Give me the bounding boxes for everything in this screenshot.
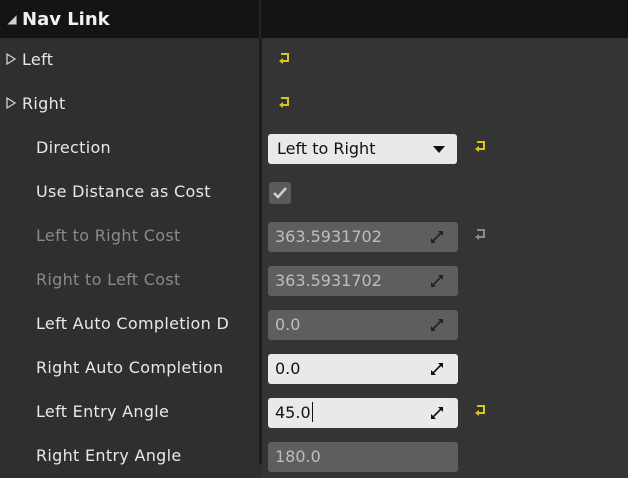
reset-to-default-icon[interactable] [278,94,292,110]
resize-arrows-icon [431,363,443,375]
field-value: 363.5931702 [275,227,382,246]
property-label: Left Auto Completion D [36,314,230,333]
category-header-nav-link[interactable]: ◢ Nav Link [0,0,628,38]
left-to-right-cost-field[interactable]: 363.5931702 [268,222,458,252]
property-label: Left Entry Angle [36,402,170,421]
use-distance-checkbox[interactable] [269,182,291,204]
property-row-left-entry-angle: Left Entry Angle 45.0 [0,390,628,434]
resize-arrows-icon [431,275,443,287]
property-list: Left Right Direction Left to Right Use D… [0,38,628,478]
chevron-down-icon [433,146,445,153]
resize-arrows-icon [431,319,443,331]
property-label: Left [22,50,54,69]
expand-triangle-icon[interactable] [4,52,18,66]
property-label: Right [22,94,66,113]
field-value: 363.5931702 [275,271,382,290]
right-entry-angle-field[interactable]: 180.0 [268,442,458,472]
property-row-right-entry-angle: Right Entry Angle 180.0 [0,434,628,478]
property-label: Right Auto Completion [36,358,224,377]
property-row-left: Left [0,38,628,82]
property-label: Use Distance as Cost [36,182,211,201]
checkmark-icon [273,187,287,199]
property-label: Right to Left Cost [36,270,181,289]
property-row-left-to-right-cost: Left to Right Cost 363.5931702 [0,214,628,258]
field-value: 0.0 [275,359,301,378]
column-divider[interactable] [259,38,262,464]
reset-to-default-icon[interactable] [474,402,488,418]
reset-to-default-icon[interactable] [278,50,292,66]
field-value: 180.0 [275,447,321,466]
right-auto-completion-field[interactable]: 0.0 [268,354,458,384]
property-label: Left to Right Cost [36,226,181,245]
property-label: Direction [36,138,111,157]
property-label: Right Entry Angle [36,446,182,465]
expand-triangle-icon[interactable] [4,96,18,110]
reset-to-default-icon[interactable] [474,226,488,242]
reset-to-default-icon[interactable] [474,138,488,154]
property-row-use-distance-as-cost: Use Distance as Cost [0,170,628,214]
left-auto-completion-field[interactable]: 0.0 [268,310,458,340]
property-row-right: Right [0,82,628,126]
direction-dropdown[interactable]: Left to Right [268,134,457,164]
dropdown-value: Left to Right [277,139,376,158]
property-row-direction: Direction Left to Right [0,126,628,170]
property-row-left-auto-completion: Left Auto Completion D 0.0 [0,302,628,346]
header-divider [259,0,261,38]
field-value: 45.0 [275,403,311,422]
collapse-triangle-icon[interactable]: ◢ [2,12,22,26]
field-value: 0.0 [275,315,301,334]
property-row-right-to-left-cost: Right to Left Cost 363.5931702 [0,258,628,302]
left-entry-angle-field[interactable]: 45.0 [268,398,458,428]
property-row-right-auto-completion: Right Auto Completion 0.0 [0,346,628,390]
text-cursor [311,402,313,422]
resize-arrows-icon [431,231,443,243]
resize-arrows-icon [431,407,443,419]
category-title: Nav Link [22,8,110,30]
right-to-left-cost-field[interactable]: 363.5931702 [268,266,458,296]
